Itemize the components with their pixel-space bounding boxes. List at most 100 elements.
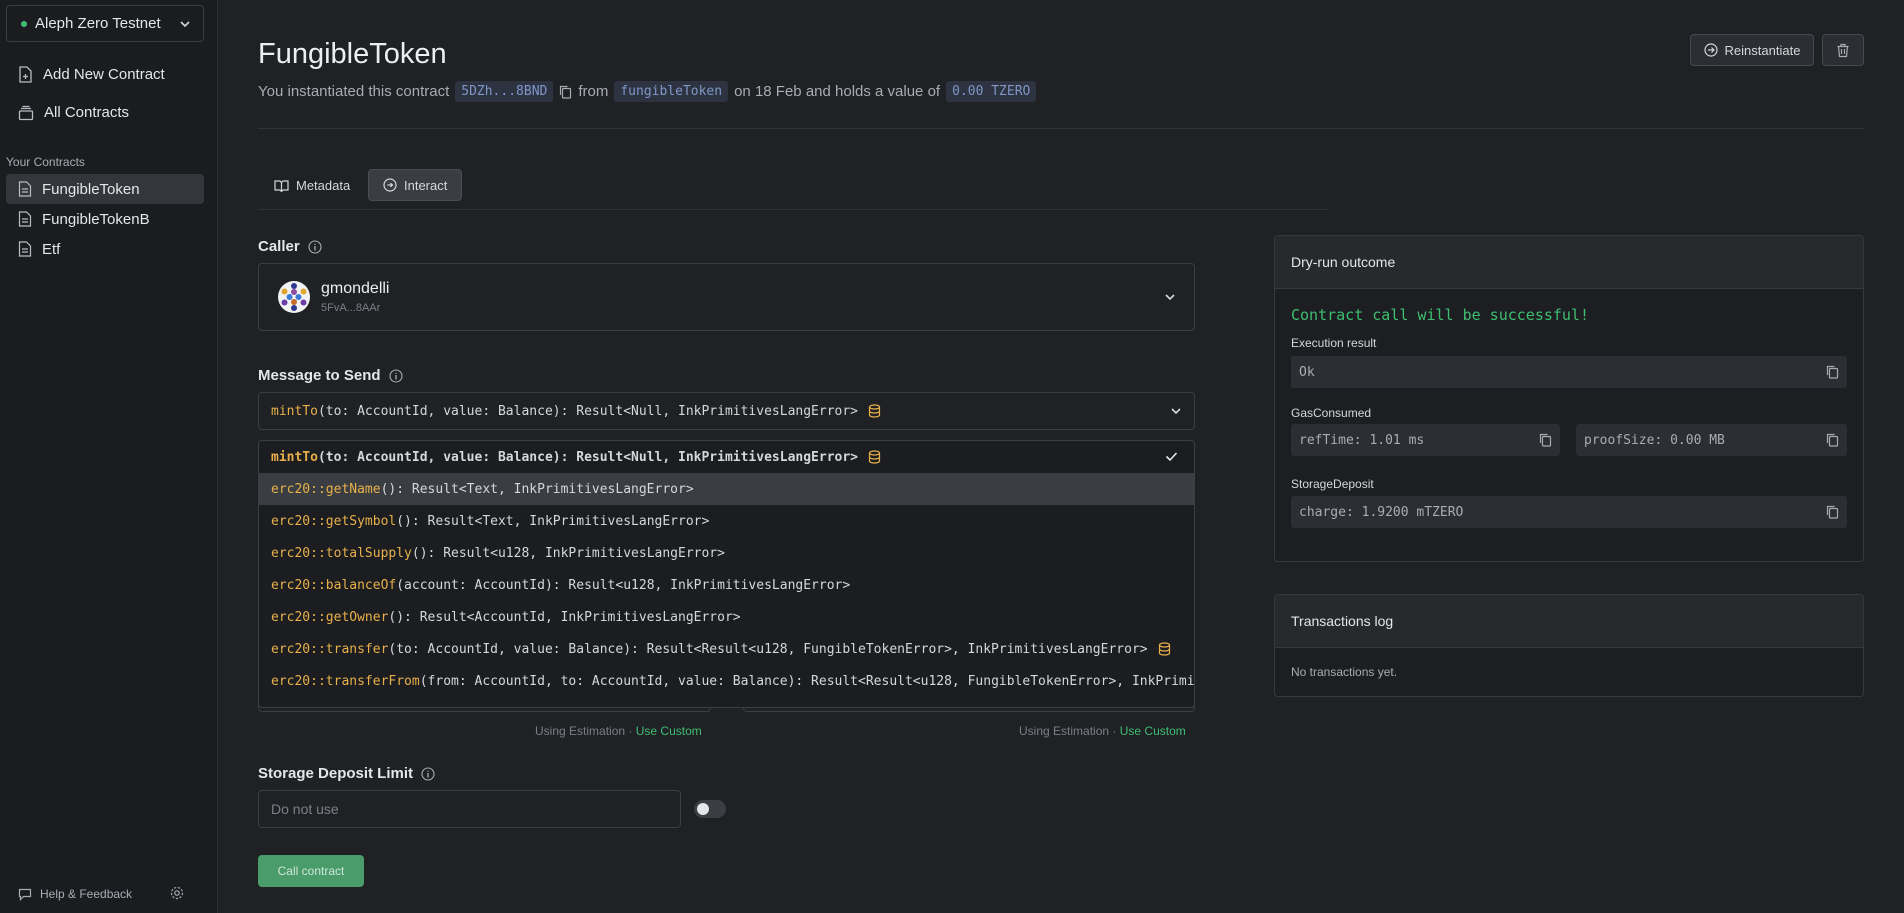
contract-label: Etf — [42, 240, 61, 258]
message-option-getsymbol[interactable]: erc20::getSymbol (): Result<Text, InkPrim… — [259, 505, 1194, 537]
selected-message-sig: (to: AccountId, value: Balance): Result<… — [317, 403, 859, 419]
info-icon[interactable] — [421, 766, 435, 781]
settings-gear-icon[interactable] — [170, 886, 184, 900]
caller-name: gmondelli — [321, 280, 390, 297]
database-icon — [1158, 642, 1171, 656]
copy-icon[interactable] — [1539, 433, 1552, 447]
message-option-getowner[interactable]: erc20::getOwner (): Result<AccountId, Ink… — [259, 601, 1194, 633]
caller-address: 5FvA...8AAr — [321, 302, 381, 314]
network-name: Aleph Zero Testnet — [35, 15, 161, 32]
checkmark-icon — [1165, 451, 1178, 462]
help-feedback-link[interactable]: Help & Feedback — [18, 887, 132, 901]
header-divider — [258, 128, 1864, 129]
separator: · — [1112, 724, 1117, 738]
option-fn: erc20::balanceOf — [271, 577, 397, 593]
stack-icon — [18, 105, 34, 121]
execution-result-value: Ok — [1299, 364, 1315, 380]
gas-consumed-label: GasConsumed — [1291, 406, 1372, 420]
storage-deposit-input[interactable]: Do not use — [258, 790, 681, 828]
use-custom-link[interactable]: Use Custom — [1120, 724, 1186, 738]
document-icon — [18, 181, 32, 197]
network-selector[interactable]: Aleph Zero Testnet — [6, 5, 204, 42]
storage-label-row: Storage Deposit Limit — [258, 765, 435, 782]
account-identicon — [277, 280, 311, 314]
execution-result-label: Execution result — [1291, 336, 1377, 350]
execution-result-box: Ok — [1291, 356, 1847, 388]
dryrun-title: Dry-run outcome — [1275, 236, 1863, 289]
storage-deposit-value: charge: 1.9200 mTZERO — [1299, 504, 1464, 520]
option-sig: (account: AccountId): Result<u128, InkPr… — [396, 577, 851, 593]
all-contracts-link[interactable]: All Contracts — [18, 104, 129, 121]
transactions-log-title: Transactions log — [1275, 595, 1863, 648]
message-option-mintto[interactable]: mintTo (to: AccountId, value: Balance): R… — [259, 441, 1194, 473]
dryrun-success-message: Contract call will be successful! — [1291, 306, 1590, 324]
document-icon — [18, 211, 32, 227]
message-label-row: Message to Send — [258, 367, 403, 384]
message-option-totalsupply[interactable]: erc20::totalSupply (): Result<u128, InkPr… — [259, 537, 1194, 569]
copy-icon[interactable] — [1826, 433, 1839, 447]
caller-label-row: Caller — [258, 238, 322, 255]
chat-bubble-icon — [18, 888, 32, 901]
message-select[interactable]: mintTo (to: AccountId, value: Balance): R… — [258, 392, 1195, 430]
copy-icon[interactable] — [1826, 505, 1839, 519]
proofsize-estimation-row: Using Estimation · Use Custom — [1019, 724, 1186, 738]
database-icon — [868, 450, 881, 464]
sidebar-item-etf[interactable]: Etf — [6, 234, 204, 264]
help-feedback-label: Help & Feedback — [40, 887, 133, 901]
summary-from: from — [578, 83, 609, 100]
storage-deposit-box: charge: 1.9200 mTZERO — [1291, 496, 1847, 528]
storage-label: Storage Deposit Limit — [258, 765, 414, 782]
sidebar-item-fungibletoken[interactable]: FungibleToken — [6, 174, 204, 204]
storage-deposit-toggle[interactable] — [694, 800, 726, 818]
tab-interact-label: Interact — [404, 177, 448, 193]
play-circle-icon — [383, 178, 397, 192]
message-label: Message to Send — [258, 367, 381, 384]
tab-interact[interactable]: Interact — [368, 169, 463, 201]
option-fn: erc20::transferFrom — [271, 673, 420, 689]
option-sig: (to: AccountId, value: Balance): Result<… — [317, 449, 859, 465]
message-dropdown: mintTo (to: AccountId, value: Balance): R… — [258, 440, 1195, 708]
call-contract-button[interactable]: Call contract — [258, 855, 364, 887]
option-fn: erc20::totalSupply — [271, 545, 412, 561]
all-contracts-label: All Contracts — [44, 104, 130, 121]
chevron-down-icon — [1170, 405, 1182, 417]
your-contracts-heading: Your Contracts — [6, 155, 85, 169]
option-sig: (): Result<AccountId, InkPrimitivesLangE… — [388, 609, 741, 625]
reinstantiate-button[interactable]: Reinstantiate — [1690, 34, 1814, 66]
add-new-contract-link[interactable]: Add New Contract — [18, 66, 165, 83]
option-sig: (from: AccountId, to: AccountId, value: … — [419, 673, 1195, 689]
copy-address-icon[interactable] — [559, 85, 572, 99]
message-option-transfer[interactable]: erc20::transfer (to: AccountId, value: Ba… — [259, 633, 1194, 665]
contract-label: FungibleToken — [42, 180, 140, 198]
storage-placeholder: Do not use — [271, 801, 339, 817]
delete-contract-button[interactable] — [1822, 34, 1864, 66]
use-custom-link[interactable]: Use Custom — [636, 724, 702, 738]
option-sig: (): Result<Text, InkPrimitivesLangError> — [396, 513, 710, 529]
message-option-balanceof[interactable]: erc20::balanceOf (account: AccountId): Re… — [259, 569, 1194, 601]
info-icon[interactable] — [388, 368, 403, 383]
code-name-chip[interactable]: fungibleToken — [614, 81, 729, 102]
reftime-box: refTime: 1.01 ms — [1291, 424, 1560, 456]
copy-icon[interactable] — [1826, 365, 1839, 379]
reftime-value: refTime: 1.01 ms — [1299, 432, 1425, 448]
tab-metadata[interactable]: Metadata — [260, 169, 364, 201]
dryrun-panel: Dry-run outcome Contract call will be su… — [1274, 235, 1864, 562]
info-icon[interactable] — [308, 239, 322, 254]
summary-prefix: You instantiated this contract — [258, 83, 450, 100]
reinstantiate-label: Reinstantiate — [1724, 42, 1801, 58]
option-fn: erc20::getOwner — [271, 609, 389, 625]
message-option-getname[interactable]: erc20::getName (): Result<Text, InkPrimit… — [259, 473, 1194, 505]
transactions-log-panel: Transactions log No transactions yet. — [1274, 594, 1864, 697]
contract-label: FungibleTokenB — [42, 210, 150, 228]
reinstantiate-icon — [1703, 43, 1718, 57]
contract-address-chip: 5DZh...8BND — [455, 81, 554, 102]
option-fn: erc20::getSymbol — [271, 513, 397, 529]
proofsize-box: proofSize: 0.00 MB — [1576, 424, 1847, 456]
proofsize-value: proofSize: 0.00 MB — [1584, 432, 1725, 448]
sidebar-item-fungibletokenb[interactable]: FungibleTokenB — [6, 204, 204, 234]
selected-message-fn: mintTo — [271, 403, 318, 419]
caller-account-select[interactable]: gmondelli 5FvA...8AAr — [258, 263, 1195, 331]
message-option-transferfrom[interactable]: erc20::transferFrom (from: AccountId, to:… — [259, 665, 1194, 697]
sidebar: Aleph Zero Testnet Add New Contract All … — [0, 0, 218, 913]
option-sig: (): Result<Text, InkPrimitivesLangError> — [380, 481, 694, 497]
